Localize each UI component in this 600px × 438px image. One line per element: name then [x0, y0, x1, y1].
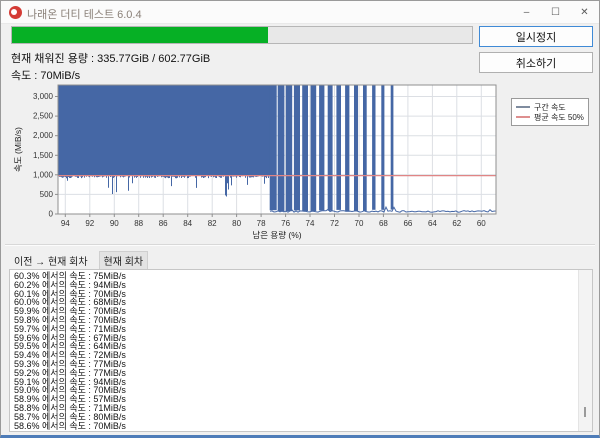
svg-text:70: 70: [355, 219, 364, 228]
listbox-scrollbar[interactable]: [578, 270, 592, 431]
progress-bar-fill: [12, 27, 268, 43]
legend-label: 평균 속도 50%: [534, 112, 584, 123]
svg-text:82: 82: [208, 219, 217, 228]
svg-text:1,500: 1,500: [33, 151, 54, 160]
svg-text:76: 76: [281, 219, 290, 228]
cancel-button[interactable]: 취소하기: [479, 52, 593, 73]
close-button-icon[interactable]: ✕: [570, 1, 599, 23]
window-controls: – ☐ ✕: [512, 1, 599, 23]
svg-text:2,000: 2,000: [33, 131, 54, 140]
svg-text:92: 92: [85, 219, 94, 228]
svg-text:속도 (MiB/s): 속도 (MiB/s): [13, 127, 23, 172]
svg-text:68: 68: [379, 219, 388, 228]
title-bar: 나래온 더티 테스트 6.0.4 – ☐ ✕: [1, 1, 599, 24]
svg-text:1,000: 1,000: [33, 170, 54, 179]
speed-log-rows: 60.3% 에서의 속도 : 75MiB/s60.2% 에서의 속도 : 94M…: [10, 270, 579, 431]
section-divider: [5, 244, 595, 246]
fill-progress-bar: [11, 26, 473, 44]
tab-current-round[interactable]: 현재 회차: [99, 251, 149, 270]
svg-text:60: 60: [477, 219, 486, 228]
svg-text:84: 84: [183, 219, 192, 228]
svg-text:66: 66: [403, 219, 412, 228]
svg-text:500: 500: [40, 190, 54, 199]
svg-text:남은 용량 (%): 남은 용량 (%): [252, 230, 301, 240]
svg-text:74: 74: [306, 219, 315, 228]
tab-previous-vs-current-round[interactable]: 이전 → 현재 회차: [9, 251, 93, 270]
app-window: 나래온 더티 테스트 6.0.4 – ☐ ✕ 일시정지 취소하기 현재 채워진 …: [0, 0, 600, 438]
pause-button[interactable]: 일시정지: [479, 26, 593, 47]
minimize-button-icon[interactable]: –: [512, 1, 541, 23]
svg-text:2,500: 2,500: [33, 112, 54, 121]
window-title: 나래온 더티 테스트 6.0.4: [27, 6, 142, 22]
svg-text:90: 90: [110, 219, 119, 228]
legend-item-average-speed: 평균 속도 50%: [516, 112, 584, 122]
svg-text:3,000: 3,000: [33, 92, 54, 101]
svg-text:72: 72: [330, 219, 339, 228]
capacity-label: 현재 채워진 용량 : 335.77GiB / 602.77GiB: [11, 50, 210, 66]
chart-legend: 구간 속도 평균 속도 50%: [511, 98, 589, 126]
scrollbar-thumb[interactable]: [584, 407, 586, 417]
svg-text:94: 94: [61, 219, 70, 228]
svg-text:62: 62: [452, 219, 461, 228]
speed-log-listbox[interactable]: 60.3% 에서의 속도 : 75MiB/s60.2% 에서의 속도 : 94M…: [9, 269, 593, 432]
svg-text:78: 78: [257, 219, 266, 228]
svg-text:88: 88: [134, 219, 143, 228]
svg-text:80: 80: [232, 219, 241, 228]
maximize-button-icon[interactable]: ☐: [541, 1, 570, 23]
legend-item-interval-speed: 구간 속도: [516, 102, 584, 112]
svg-text:64: 64: [428, 219, 437, 228]
app-icon: [9, 6, 22, 19]
svg-text:0: 0: [49, 210, 54, 219]
average-speed-line-swatch: [516, 116, 530, 118]
speed-log-row[interactable]: 58.6% 에서의 속도 : 70MiB/s: [14, 422, 579, 431]
svg-text:86: 86: [159, 219, 168, 228]
interval-speed-line-swatch: [516, 106, 530, 108]
round-view-tabs: 이전 → 현재 회차 현재 회차: [9, 251, 148, 270]
